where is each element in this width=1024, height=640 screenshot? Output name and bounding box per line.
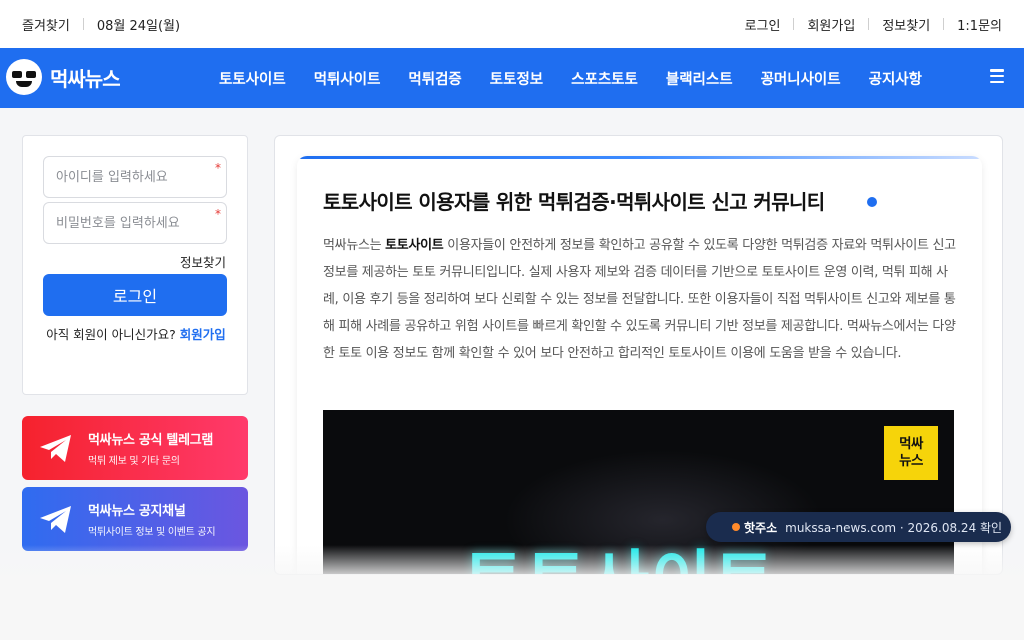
- nav-item-blacklist[interactable]: 블랙리스트: [666, 68, 733, 89]
- main-nav: 먹싸뉴스 토토사이트 먹튀사이트 먹튀검증 토토정보 스포츠토토 블랙리스트 꽁…: [0, 48, 1024, 108]
- card-accent-line: [297, 156, 982, 159]
- divider: [868, 18, 870, 30]
- status-dot-icon: [732, 523, 740, 531]
- signup-prompt: 아직 회원이 아니신가요? 회원가입: [35, 322, 237, 348]
- divider: [943, 18, 945, 30]
- hot-address-text: mukssa-news.com · 2026.08.24 확인: [785, 520, 1003, 535]
- nav-item-free-money[interactable]: 꽁머니사이트: [761, 68, 841, 89]
- sunglasses-face-icon: [6, 59, 42, 95]
- nav-menu: 토토사이트 먹튀사이트 먹튀검증 토토정보 스포츠토토 블랙리스트 꽁머니사이트…: [205, 48, 936, 108]
- card-subtitle: 먹튀사이트 정보 및 이벤트 공지: [88, 527, 216, 538]
- required-mark: *: [215, 161, 221, 175]
- signup-link[interactable]: 회원가입: [807, 15, 855, 34]
- signup-prompt-text: 아직 회원이 아니신가요?: [46, 327, 176, 342]
- card-subtitle: 먹튀 제보 및 기타 문의: [88, 456, 180, 467]
- nav-item-scam-verify[interactable]: 먹튀검증: [408, 68, 461, 89]
- find-info-link[interactable]: 정보찾기: [882, 15, 930, 34]
- favorites-link[interactable]: 즐겨찾기: [22, 15, 70, 34]
- login-link[interactable]: 로그인: [745, 15, 781, 34]
- desc-body: 이용자들이 안전하게 정보를 확인하고 공유할 수 있도록 다양한 먹튀검증 자…: [323, 238, 956, 361]
- article-description: 먹싸뉴스는 토토사이트 이용자들이 안전하게 정보를 확인하고 공유할 수 있도…: [323, 232, 963, 367]
- divider: [793, 18, 795, 30]
- title-dot-icon: [867, 197, 877, 207]
- card-title: 먹싸뉴스 공식 텔레그램: [88, 433, 214, 448]
- password-field-wrap: *: [43, 202, 227, 244]
- login-button[interactable]: 로그인: [43, 274, 227, 316]
- utility-right: 로그인 회원가입 정보찾기 1:1문의: [745, 15, 1002, 34]
- current-date: 08월 24일(월): [96, 18, 181, 34]
- signup-link-button[interactable]: 회원가입: [180, 327, 226, 342]
- required-mark: *: [215, 207, 221, 221]
- hot-address-badge[interactable]: 핫주소 mukssa-news.com · 2026.08.24 확인: [706, 512, 1011, 542]
- telegram-official-card[interactable]: 먹싸뉴스 공식 텔레그램 먹튀 제보 및 기타 문의: [22, 416, 248, 480]
- password-input[interactable]: [44, 203, 226, 243]
- article-title: 토토사이트 이용자를 위한 먹튀검증·먹튀사이트 신고 커뮤니티: [323, 190, 825, 214]
- hot-address-label: 핫주소: [744, 520, 778, 535]
- login-box: * * 정보찾기 로그인 아직 회원이 아니신가요? 회원가입: [22, 135, 248, 395]
- utility-bar: 즐겨찾기 08월 24일(월) 로그인 회원가입 정보찾기 1:1문의: [0, 0, 1024, 48]
- nav-item-toto-site[interactable]: 토토사이트: [219, 68, 286, 89]
- id-input[interactable]: [44, 157, 226, 197]
- divider: [82, 18, 84, 30]
- mark-line-1: 먹싸: [899, 436, 923, 452]
- nav-item-toto-info[interactable]: 토토정보: [490, 68, 543, 89]
- telegram-official-text: 먹싸뉴스 공식 텔레그램 먹튀 제보 및 기타 문의: [88, 429, 213, 467]
- find-info-button[interactable]: 정보찾기: [180, 252, 226, 271]
- card-title: 먹싸뉴스 공지채널: [88, 504, 186, 519]
- mark-line-2: 뉴스: [899, 453, 923, 469]
- logo-text: 먹싸뉴스: [50, 66, 121, 91]
- telegram-notice-card[interactable]: 먹싸뉴스 공지채널 먹튀사이트 정보 및 이벤트 공지: [22, 487, 248, 551]
- nav-item-sports-toto[interactable]: 스포츠토토: [571, 68, 638, 89]
- utility-left: 즐겨찾기 08월 24일(월): [22, 15, 180, 34]
- site-logo[interactable]: 먹싸뉴스: [6, 59, 121, 95]
- main-content: 토토사이트 이용자를 위한 먹튀검증·먹튀사이트 신고 커뮤니티 먹싸뉴스는 토…: [274, 135, 1003, 575]
- nav-item-scam-site[interactable]: 먹튀사이트: [314, 68, 381, 89]
- desc-prefix: 먹싸뉴스는: [323, 238, 386, 253]
- banner-logo-mark: 먹싸 뉴스: [884, 426, 938, 480]
- telegram-icon: [40, 506, 71, 533]
- bottom-fade: [0, 545, 1024, 640]
- nav-item-notice[interactable]: 공지사항: [869, 68, 922, 89]
- desc-keyword-link[interactable]: 토토사이트: [385, 238, 444, 253]
- telegram-notice-text: 먹싸뉴스 공지채널 먹튀사이트 정보 및 이벤트 공지: [88, 500, 216, 538]
- id-field-wrap: *: [43, 156, 227, 198]
- telegram-icon: [40, 435, 71, 462]
- hamburger-icon[interactable]: [990, 69, 1004, 83]
- inquiry-link[interactable]: 1:1문의: [957, 15, 1002, 34]
